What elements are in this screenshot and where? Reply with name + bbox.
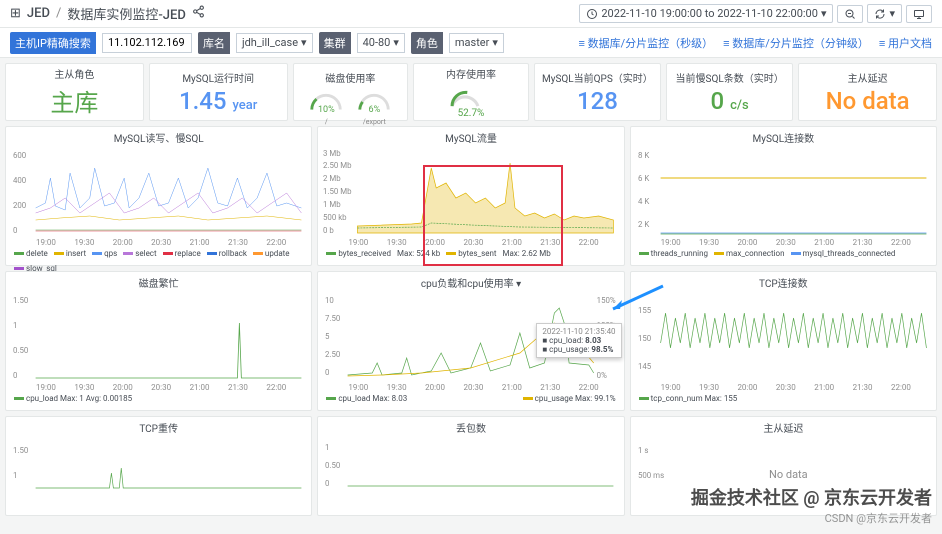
svg-text:0%: 0% (597, 371, 607, 380)
chart-rw-xaxis: 19:0019:3020:0020:3021:0021:3022:00 (6, 238, 311, 247)
host-filter-input[interactable] (102, 33, 192, 53)
gauge-root: 10%/ (307, 87, 345, 115)
stat-slow: 当前慢SQL条数（实时） 0 c/s (666, 63, 793, 121)
chart-disk-busy[interactable]: 磁盘繁忙 1.5010.500 19:0019:3020:0020:3021:0… (5, 271, 312, 411)
svg-text:5: 5 (325, 332, 330, 341)
stat-row: 主从角色 主库 MySQL运行时间 1.45 year 磁盘使用率 10%/ 6… (0, 58, 942, 126)
breadcrumb-sep: / (56, 6, 61, 21)
chevron-down-icon: ▾ (821, 7, 827, 20)
timerange-text: 2022-11-10 19:00:00 to 2022-11-10 22:00:… (601, 7, 818, 20)
stat-qps: MySQL当前QPS（实时） 128 (534, 63, 661, 121)
svg-text:0: 0 (13, 371, 17, 380)
chart-cpu[interactable]: cpu负载和cpu使用率 ▾ 107.5052.500 150%100%50%0… (317, 271, 624, 411)
role-filter-select[interactable]: master ▾ (449, 33, 504, 53)
refresh-button[interactable]: ▾ (867, 4, 902, 23)
breadcrumb-root[interactable]: JED (27, 6, 50, 21)
chart-traffic[interactable]: MySQL流量 3 Mb2.50 Mb2 Mb1.50 Mb1 Mb500 kb… (317, 126, 624, 266)
svg-text:10: 10 (325, 296, 334, 305)
link-docs[interactable]: ≡ 用户文档 (879, 35, 932, 51)
svg-text:1: 1 (325, 443, 329, 452)
stat-mem: 内存使用率 52.7% (413, 63, 529, 121)
chart-loss[interactable]: 丢包数 10.500 (317, 416, 624, 516)
page-header: ⊞ JED / 数据库实例监控-JED 2022-11-10 19:00:00 … (0, 0, 942, 28)
role-filter-label: 角色 (411, 32, 443, 54)
breadcrumb-page[interactable]: 数据库实例监控-JED (67, 4, 185, 23)
db-filter-select[interactable]: jdh_ill_case ▾ (236, 33, 313, 53)
link-shards-sec[interactable]: ≡ 数据库/分片监控（秒级） (578, 35, 713, 51)
stat-role: 主从角色 主库 (5, 63, 144, 121)
svg-text:2.50 Mb: 2.50 Mb (323, 161, 352, 170)
svg-text:200: 200 (13, 201, 26, 210)
stat-uptime: MySQL运行时间 1.45 year (149, 63, 288, 121)
gauge-export: 6%/export (355, 87, 393, 115)
svg-text:1.50: 1.50 (13, 296, 28, 305)
cluster-filter-select[interactable]: 40-80 ▾ (357, 33, 405, 53)
chart-row-3: 磁盘繁忙 1.5010.500 19:0019:3020:0020:3021:0… (0, 271, 942, 416)
svg-text:1: 1 (13, 471, 17, 480)
svg-text:4 K: 4 K (638, 197, 649, 206)
svg-text:0.50: 0.50 (325, 461, 340, 470)
zoom-out-button[interactable] (837, 5, 863, 23)
cluster-filter-label: 集群 (319, 32, 351, 54)
chart-row-2: MySQL读写、慢SQL 6004002000 19:0019:3020:002… (0, 126, 942, 271)
svg-text:3 Mb: 3 Mb (323, 149, 341, 158)
header-controls: 2022-11-10 19:00:00 to 2022-11-10 22:00:… (579, 4, 932, 23)
chart-rw[interactable]: MySQL读写、慢SQL 6004002000 19:0019:3020:002… (5, 126, 312, 266)
filter-links: ≡ 数据库/分片监控（秒级） ≡ 数据库/分片监控（分钟级） ≡ 用户文档 (578, 35, 932, 51)
filter-bar: 主机IP精确搜索 库名 jdh_ill_case ▾ 集群 40-80 ▾ 角色… (0, 28, 942, 58)
svg-text:0: 0 (13, 226, 17, 235)
share-icon[interactable] (192, 5, 205, 22)
chart-conn[interactable]: MySQL连接数 8 K6 K4 K2 K 19:0019:3020:0020:… (630, 126, 937, 266)
chart-row-4: TCP重传 1.501 丢包数 10.500 主从延迟 1 s500 ms No… (0, 416, 942, 521)
annotation-arrow (608, 284, 668, 314)
db-filter-label: 库名 (198, 32, 230, 54)
stat-disk: 磁盘使用率 10%/ 6%/export (293, 63, 409, 121)
stat-lag: 主从延迟 No data (798, 63, 937, 121)
chart-tcp[interactable]: TCP连接数 155150145 19:0019:3020:0020:3021:… (630, 271, 937, 411)
svg-text:6 K: 6 K (638, 174, 649, 183)
svg-text:145: 145 (638, 362, 652, 371)
breadcrumb: ⊞ JED / 数据库实例监控-JED (10, 4, 205, 23)
svg-text:0 b: 0 b (323, 226, 334, 235)
svg-text:2 K: 2 K (638, 220, 649, 229)
svg-text:8 K: 8 K (638, 151, 649, 160)
chart-lag2[interactable]: 主从延迟 1 s500 ms No data (630, 416, 937, 516)
chart-tcp-retrans[interactable]: TCP重传 1.501 (5, 416, 312, 516)
svg-text:2 Mb: 2 Mb (323, 174, 341, 183)
svg-text:0.50: 0.50 (13, 346, 28, 355)
svg-text:1 Mb: 1 Mb (323, 200, 341, 209)
svg-text:500 kb: 500 kb (323, 213, 347, 222)
host-filter-label: 主机IP精确搜索 (10, 32, 96, 54)
svg-text:0: 0 (325, 368, 329, 377)
timerange-button[interactable]: 2022-11-10 19:00:00 to 2022-11-10 22:00:… (579, 4, 833, 23)
gauge-mem: 52.7% (446, 83, 496, 119)
svg-text:400: 400 (13, 176, 26, 185)
svg-text:600: 600 (13, 151, 26, 160)
svg-text:1: 1 (13, 321, 17, 330)
chevron-down-icon: ▾ (889, 7, 895, 20)
svg-text:150: 150 (638, 334, 651, 343)
chart-tooltip: 2022-11-10 21:35:40 ■ cpu_load: 8.03 ■ c… (536, 323, 621, 358)
svg-text:1.50: 1.50 (13, 446, 28, 455)
link-shards-min[interactable]: ≡ 数据库/分片监控（分钟级） (723, 35, 869, 51)
svg-text:1.50 Mb: 1.50 Mb (323, 187, 352, 196)
svg-text:2.50: 2.50 (325, 350, 340, 359)
grid-icon[interactable]: ⊞ (10, 6, 21, 21)
svg-text:7.50: 7.50 (325, 314, 340, 323)
svg-text:0: 0 (325, 479, 329, 488)
display-button[interactable] (906, 5, 932, 23)
